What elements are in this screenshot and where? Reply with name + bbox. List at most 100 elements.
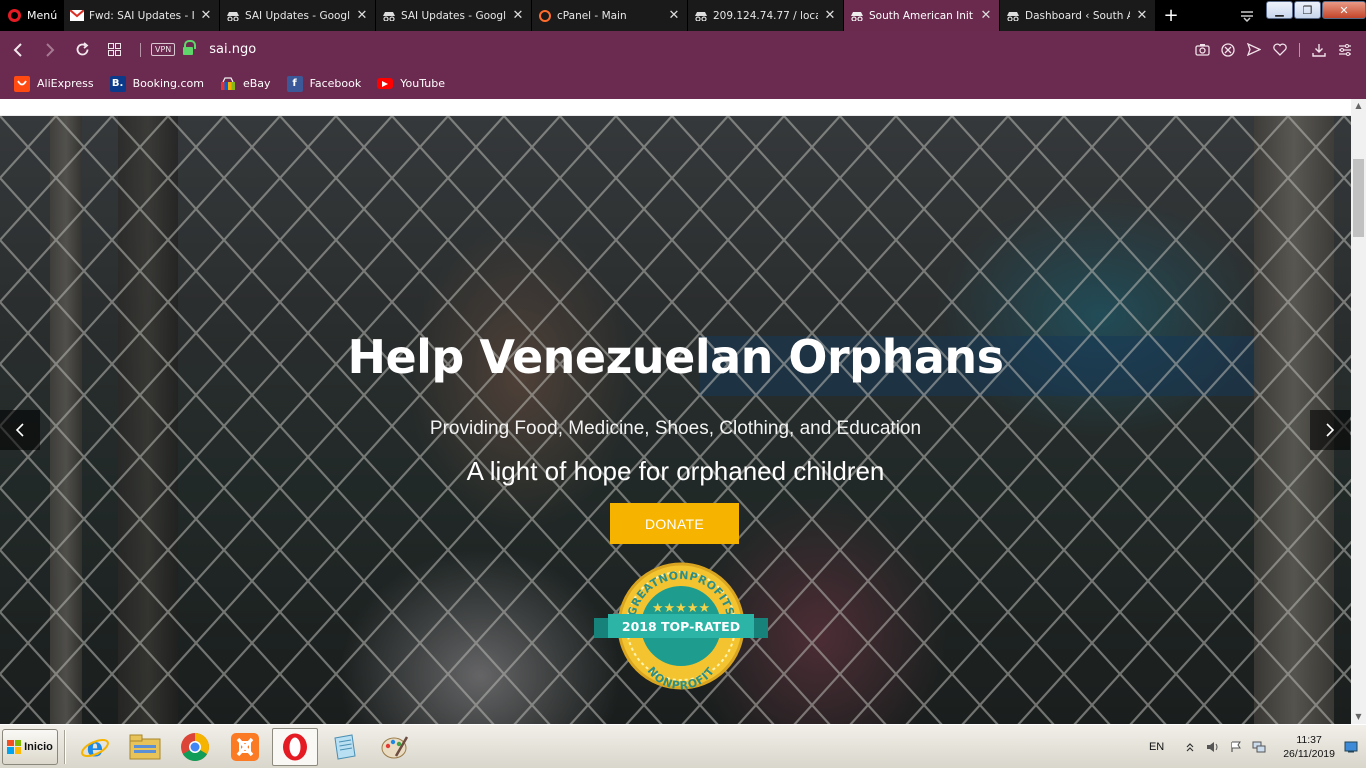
url-field[interactable]: sai.ngo [209, 42, 1189, 57]
volume-icon[interactable] [1206, 740, 1220, 754]
bookmark-heart-icon[interactable] [1267, 31, 1293, 68]
tab-south-american-initiative[interactable]: South American Initia ✕ [844, 0, 1000, 31]
minimize-button[interactable]: ▁ [1266, 1, 1293, 19]
tab-title: Fwd: SAI Updates - I [89, 9, 194, 22]
scroll-thumb[interactable] [1353, 159, 1364, 237]
ad-block-icon[interactable] [1215, 31, 1241, 68]
clock-time: 11:37 [1296, 733, 1322, 746]
easy-setup-menu-icon[interactable] [1332, 31, 1358, 68]
tab-menu-icon[interactable] [1228, 0, 1266, 31]
youtube-icon [377, 78, 394, 89]
hero-subtitle: Providing Food, Medicine, Shoes, Clothin… [429, 418, 922, 439]
download-icon[interactable] [1306, 31, 1332, 68]
bookmark-booking[interactable]: B. Booking.com [109, 75, 204, 92]
opera-logo-icon [8, 9, 21, 22]
tab-title: cPanel - Main [557, 9, 627, 22]
forward-button[interactable] [34, 31, 66, 68]
scroll-up-arrow-icon[interactable]: ▲ [1351, 99, 1366, 113]
tab-dashboard[interactable]: Dashboard ‹ South Am ✕ [1000, 0, 1156, 31]
show-hidden-icons-chevron-icon[interactable] [1183, 740, 1197, 754]
bookmark-youtube[interactable]: YouTube [377, 77, 445, 90]
internet-explorer-icon[interactable]: e [72, 728, 118, 766]
tab-fwd-sai-updates[interactable]: Fwd: SAI Updates - I ✕ [64, 0, 220, 31]
tab-phpmyadmin[interactable]: 209.124.74.77 / local ✕ [688, 0, 844, 31]
gmail-icon [70, 9, 84, 23]
aliexpress-icon [14, 75, 30, 92]
file-explorer-icon[interactable] [122, 728, 168, 766]
back-button[interactable] [2, 31, 34, 68]
bookmark-label: YouTube [400, 77, 445, 90]
donate-button[interactable]: DONATE [610, 503, 739, 544]
incognito-icon [850, 9, 864, 23]
bookmark-label: Facebook [309, 77, 362, 90]
page-scrollbar[interactable]: ▲ ▼ [1351, 99, 1366, 724]
hero-title: Help Venezuelan Orphans [347, 330, 1004, 384]
separator [1299, 42, 1300, 57]
network-icon[interactable] [1252, 740, 1266, 754]
chrome-icon[interactable] [172, 728, 218, 766]
incognito-icon [226, 9, 240, 23]
incognito-icon [694, 9, 708, 23]
tab-close-icon[interactable]: ✕ [1135, 8, 1149, 23]
speed-dial-grid-icon[interactable] [98, 31, 130, 68]
facebook-icon: f [286, 75, 303, 92]
tab-close-icon[interactable]: ✕ [667, 8, 681, 23]
start-button[interactable]: Inicio [2, 728, 58, 765]
camera-snapshot-icon[interactable] [1189, 31, 1215, 68]
bookmark-aliexpress[interactable]: AliExpress [14, 75, 94, 92]
taskbar-divider [64, 729, 66, 764]
slider-next-button[interactable] [1310, 410, 1350, 450]
system-tray: EN 11:37 26/11/2019 [1149, 733, 1366, 761]
vpn-badge[interactable]: VPN [151, 43, 176, 56]
tab-cpanel-main[interactable]: cPanel - Main ✕ [532, 0, 688, 31]
tab-close-icon[interactable]: ✕ [823, 8, 837, 23]
notepad-icon[interactable] [322, 728, 368, 766]
scroll-down-arrow-icon[interactable]: ▼ [1351, 710, 1366, 724]
separator [140, 42, 141, 57]
bookmark-label: eBay [242, 77, 271, 90]
address-bar: VPN sai.ngo [0, 31, 1366, 68]
opera-icon[interactable] [272, 727, 318, 766]
tab-close-icon[interactable]: ✕ [199, 8, 213, 23]
bookmarks-bar: AliExpress B. Booking.com eBay f Faceboo… [0, 68, 1366, 99]
show-desktop-icon[interactable] [1344, 740, 1358, 754]
lock-icon[interactable] [183, 39, 197, 55]
clock-date: 26/11/2019 [1283, 747, 1335, 760]
action-center-flag-icon[interactable] [1229, 740, 1243, 754]
tab-sai-updates-google-1[interactable]: SAI Updates - Google ✕ [220, 0, 376, 31]
send-share-icon[interactable] [1241, 31, 1267, 68]
bookmark-label: Booking.com [132, 77, 204, 90]
tab-close-icon[interactable]: ✕ [511, 8, 525, 23]
hero-slider: Help Venezuelan Orphans Providing Food, … [0, 116, 1351, 724]
slider-prev-button[interactable] [0, 410, 40, 450]
badge-ribbon-text: 2018 TOP-RATED [622, 619, 740, 634]
tab-sai-updates-google-2[interactable]: SAI Updates - Google ✕ [376, 0, 532, 31]
reload-icon[interactable] [66, 31, 98, 68]
ebay-icon [220, 76, 236, 92]
svg-text:★★★★★: ★★★★★ [652, 601, 710, 616]
incognito-icon [1006, 9, 1020, 23]
incognito-icon [382, 9, 396, 23]
tab-title: Dashboard ‹ South Am [1025, 9, 1130, 22]
maximize-button[interactable]: ❐ [1294, 1, 1321, 19]
tab-title: SAI Updates - Google [401, 9, 506, 22]
bookmark-ebay[interactable]: eBay [220, 76, 271, 92]
web-page: Help Venezuelan Orphans Providing Food, … [0, 99, 1351, 724]
bookmark-label: AliExpress [37, 77, 94, 90]
system-clock[interactable]: 11:37 26/11/2019 [1283, 733, 1335, 761]
tab-close-icon[interactable]: ✕ [979, 8, 993, 23]
xampp-icon[interactable] [222, 728, 268, 766]
great-nonprofits-badge[interactable]: ★★★★★ GREATNONPROFITS 2018 TOP-RATED NON… [594, 562, 768, 692]
hero-content: Help Venezuelan Orphans Providing Food, … [0, 116, 1351, 724]
start-label: Inicio [24, 740, 53, 753]
new-tab-plus-icon[interactable]: + [1156, 0, 1186, 31]
chevron-left-icon [15, 423, 24, 437]
opera-menu-button[interactable]: Menú [0, 0, 64, 31]
tab-title: 209.124.74.77 / local [713, 9, 818, 22]
bookmark-facebook[interactable]: f Facebook [286, 75, 362, 92]
tab-close-icon[interactable]: ✕ [355, 8, 369, 23]
close-window-button[interactable]: ✕ [1322, 1, 1366, 19]
paint-icon[interactable] [372, 728, 418, 766]
language-indicator[interactable]: EN [1149, 741, 1164, 753]
windows-logo-icon [7, 739, 22, 754]
